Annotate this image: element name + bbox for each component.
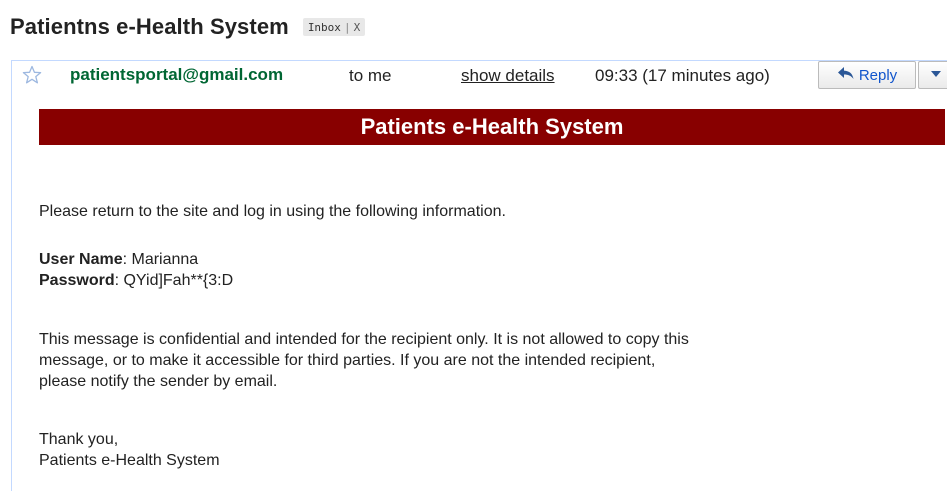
- signature-name: Patients e-Health System: [39, 452, 220, 469]
- username-value: : Marianna: [122, 251, 199, 268]
- password-value: : QYid]Fah**{3:D: [114, 272, 234, 289]
- notice-line-1: This message is confidential and intende…: [39, 331, 689, 348]
- inbox-label[interactable]: Inbox | X: [302, 18, 366, 36]
- remove-label-button[interactable]: X: [354, 21, 361, 34]
- username-label: User Name: [39, 251, 123, 268]
- email-subject: Patientns e-Health System: [10, 14, 289, 39]
- show-details-link[interactable]: show details: [461, 66, 555, 86]
- signature: Thank you, Patients e-Health System: [39, 429, 220, 471]
- subject-row: Patientns e-Health System Inbox | X: [10, 12, 366, 42]
- dropdown-arrow-icon: [930, 66, 942, 84]
- password-line: Password: QYid]Fah**{3:D: [39, 270, 233, 291]
- more-actions-button[interactable]: [918, 61, 947, 89]
- confidentiality-notice: This message is confidential and intende…: [39, 329, 939, 392]
- notice-line-3: please notify the sender by email.: [39, 373, 278, 390]
- thanks-line: Thank you,: [39, 431, 119, 448]
- sender-email[interactable]: patientsportal@gmail.com: [70, 65, 283, 85]
- password-label: Password: [39, 272, 115, 289]
- label-separator: |: [343, 20, 351, 34]
- message-timestamp: 09:33 (17 minutes ago): [595, 66, 770, 85]
- star-outline-icon[interactable]: [22, 65, 42, 85]
- intro-text: Please return to the site and log in usi…: [39, 203, 506, 220]
- email-banner: Patients e-Health System: [39, 109, 945, 145]
- username-line: User Name: Marianna: [39, 249, 233, 270]
- recipient-text: to me: [349, 66, 392, 85]
- notice-line-2: message, or to make it accessible for th…: [39, 352, 656, 369]
- message-header: patientsportal@gmail.com to me show deta…: [12, 61, 947, 93]
- credentials: User Name: Marianna Password: QYid]Fah**…: [39, 249, 233, 291]
- message-card: patientsportal@gmail.com to me show deta…: [11, 60, 947, 491]
- reply-button-label: Reply: [858, 66, 898, 84]
- reply-button[interactable]: Reply: [818, 61, 916, 89]
- reply-arrow-icon: [837, 66, 855, 85]
- inbox-label-name[interactable]: Inbox: [308, 21, 341, 34]
